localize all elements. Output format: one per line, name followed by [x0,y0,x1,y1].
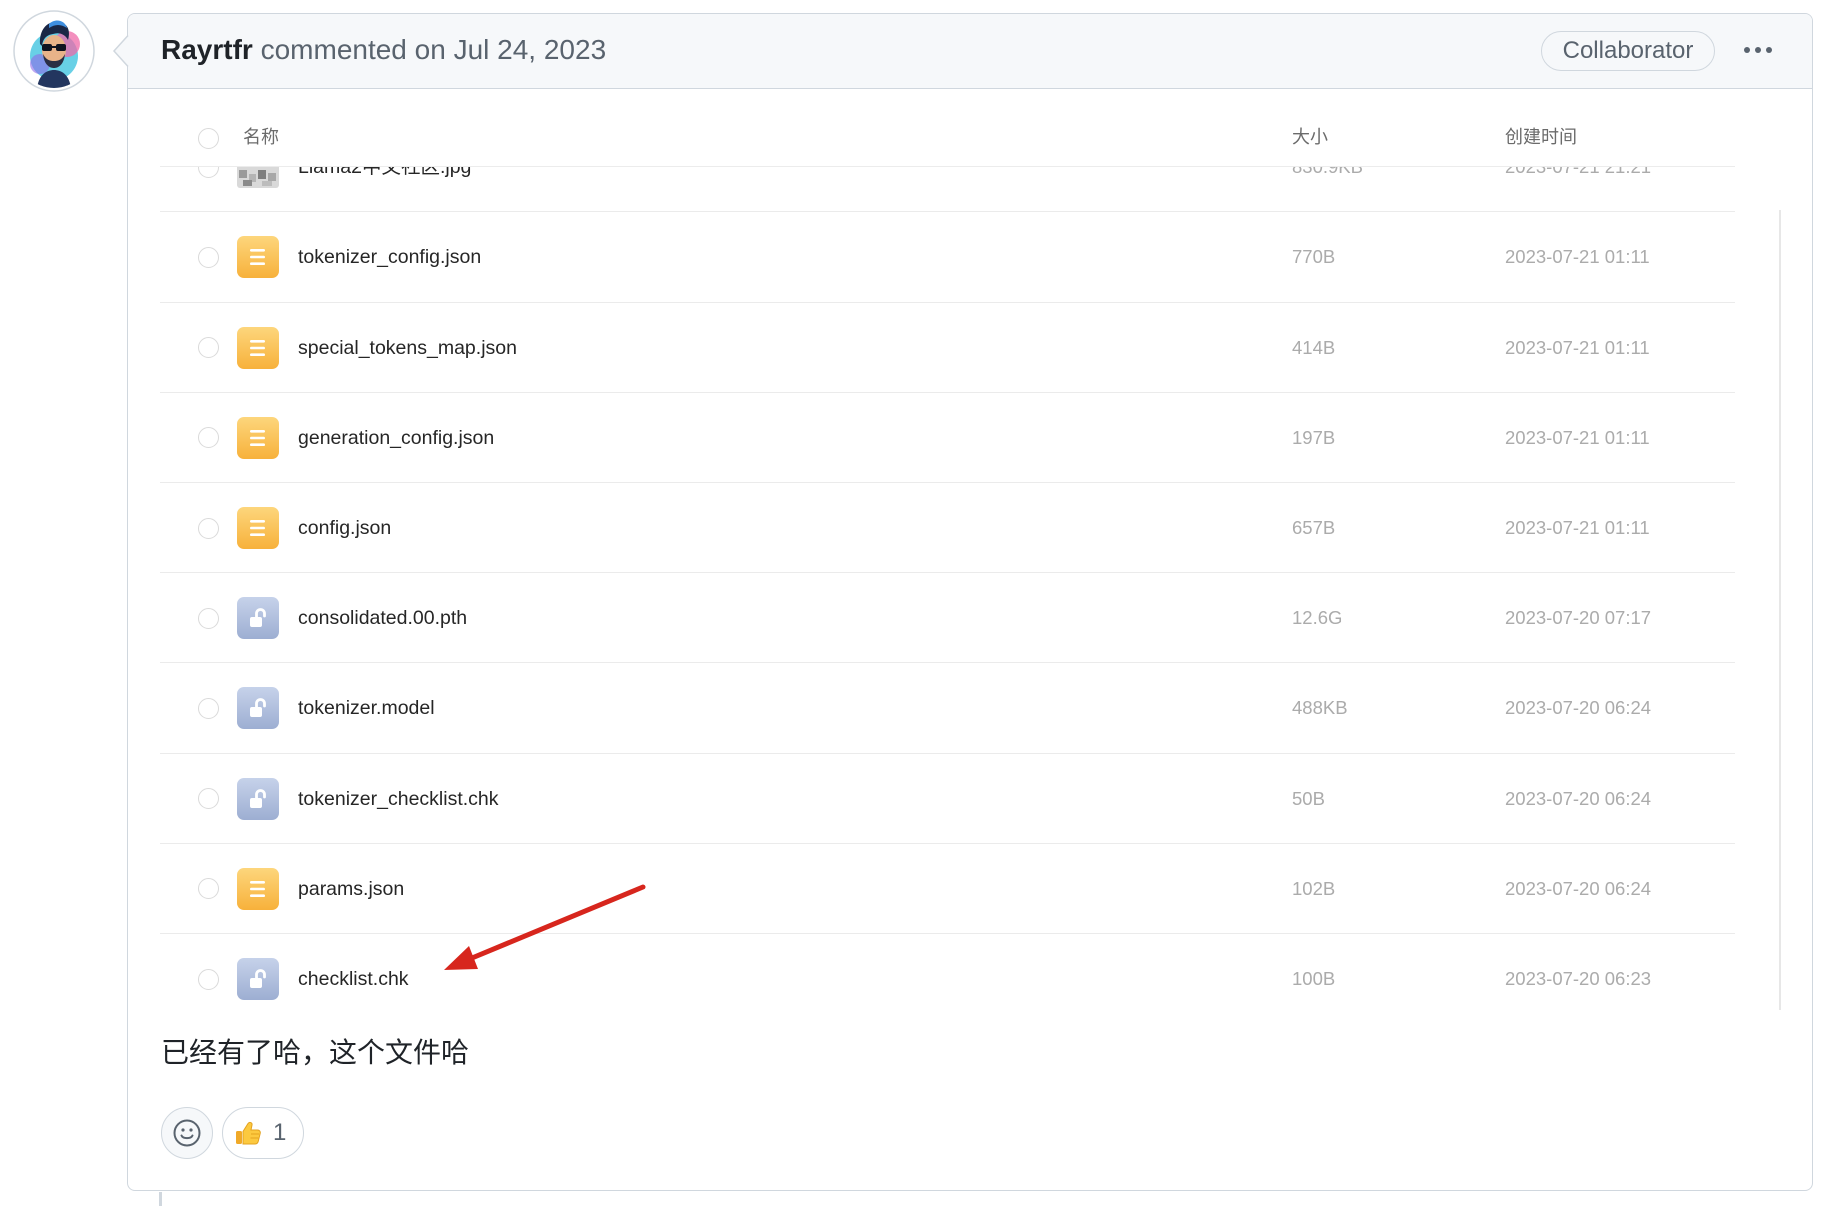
avatar-icon [13,10,95,92]
add-reaction-button[interactable] [161,1107,213,1159]
file-size: 102B [1292,877,1336,899]
timeline-line [159,1192,162,1206]
file-name: Llama2中文社区.jpg [298,167,472,179]
file-row: tokenizer_config.json 770B 2023-07-21 01:1… [160,212,1735,303]
scrollbar-track [1779,210,1781,1010]
row-checkbox [197,968,219,990]
file-name: tokenizer_checklist.chk [298,787,499,810]
json-file-icon [237,416,279,459]
binary-file-icon [237,597,279,640]
file-created-time: 2023-07-21 01:11 [1505,246,1650,268]
file-name: tokenizer_config.json [298,246,482,269]
file-created-time: 2023-07-21 01:11 [1505,336,1650,358]
file-list: Llama2中文社区.jpg830.9KB2023-07-21 21:21tok… [160,167,1735,1009]
file-created-time: 2023-07-20 06:24 [1505,697,1652,719]
file-size: 414B [1292,336,1336,358]
image-file-icon [237,167,279,189]
file-row: params.json 102B 2023-07-20 06:24 [160,844,1735,934]
reaction-count: 1 [273,1119,287,1146]
file-created-time: 2023-07-20 06:24 [1505,877,1652,899]
file-name: config.json [298,517,392,539]
file-row: tokenizer.model 488KB 2023-07-20 06:24 [160,663,1735,754]
file-size: 488KB [1292,697,1348,719]
comment-timestamp[interactable]: commented on Jul 24, 2023 [261,34,607,65]
thumbs-up-reaction[interactable]: 1 [222,1107,304,1159]
file-created-time: 2023-07-20 06:23 [1505,968,1652,989]
json-file-icon [237,507,279,549]
more-options-button[interactable] [1740,40,1776,60]
file-name: checklist.chk [298,968,409,990]
file-size: 100B [1292,968,1336,989]
row-checkbox [197,246,219,268]
json-file-icon [237,326,279,369]
file-row: consolidated.00.pth 12.6G 2023-07-20 07:17 [160,573,1735,664]
author-link[interactable]: Rayrtfr [161,34,253,65]
thumbs-up-icon [236,1121,261,1145]
avatar[interactable] [13,10,95,92]
binary-file-icon [237,777,279,820]
row-checkbox [197,517,219,539]
comment-pointer [112,35,130,67]
file-name: tokenizer.model [298,697,435,720]
row-checkbox [197,607,219,629]
embedded-screenshot[interactable]: 名称 大小 创建时间 Llama2中文社区.jpg 830.9KB 2023-07-… [160,96,1785,1010]
file-row: generation_config.json 197B 2023-07-21 01:… [160,393,1735,483]
file-size: 197B [1292,426,1336,448]
row-checkbox [197,697,219,719]
binary-file-icon [237,958,279,1000]
comment-body: 已经有了哈，这个文件哈 [161,1037,470,1068]
json-file-icon [237,867,279,910]
row-checkbox [197,427,219,449]
row-checkbox [197,167,219,178]
file-size: 50B [1292,787,1325,809]
column-header-name: 名称 [243,127,279,147]
file-size: 830.9KB [1292,167,1363,212]
file-size: 770B [1292,246,1336,268]
column-header-created: 创建时间 [1505,127,1577,147]
comment-header-text: Rayrtfr commented on Jul 24, 2023 [161,33,606,67]
collaborator-badge: Collaborator [1541,31,1715,71]
row-checkbox [197,788,219,810]
file-created-time: 2023-07-21 01:11 [1505,426,1650,448]
file-row: special_tokens_map.json 414B 2023-07-21 01… [160,303,1735,393]
file-size: 657B [1292,517,1336,538]
file-name: generation_config.json [298,426,495,449]
file-name: special_tokens_map.json [298,336,517,359]
file-name: consolidated.00.pth [298,607,468,630]
row-checkbox [197,878,219,900]
select-all-checkbox [197,127,219,149]
file-size: 12.6G [1292,607,1343,629]
file-created-time: 2023-07-21 01:11 [1505,517,1650,538]
binary-file-icon [237,687,279,730]
file-row: Llama2中文社区.jpg 830.9KB 2023-07-21 21:21 [160,167,1735,213]
file-name: params.json [298,877,405,900]
kebab-horizontal-icon [1744,47,1772,53]
file-row: tokenizer_checklist.chk 50B 2023-07-20 06:… [160,754,1735,844]
json-file-icon [237,236,279,279]
file-row: checklist.chk 100B 2023-07-20 06:23 [160,934,1735,1009]
file-created-time: 2023-07-21 21:21 [1505,167,1651,212]
file-created-time: 2023-07-20 06:24 [1505,787,1652,809]
column-header-size: 大小 [1292,127,1328,147]
row-checkbox [197,337,219,359]
smiley-icon [173,1119,200,1146]
file-row: config.json 657B 2023-07-21 01:11 [160,483,1735,574]
file-created-time: 2023-07-20 07:17 [1505,607,1652,629]
